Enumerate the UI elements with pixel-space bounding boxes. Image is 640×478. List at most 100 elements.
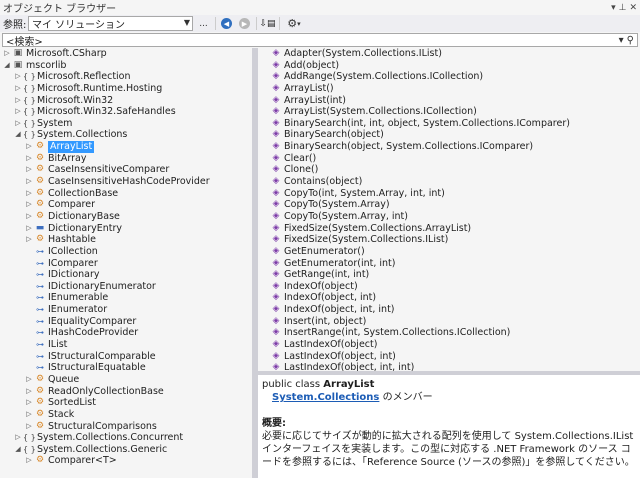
expand-icon[interactable]: ▷ — [24, 188, 34, 200]
tree-item[interactable]: ▷ ⚙ CaseInsensitiveComparer — [0, 164, 252, 176]
tree-item[interactable]: ⊶ IStructuralComparable — [0, 351, 252, 363]
tree-item[interactable]: ▷ ⚙ CaseInsensitiveHashCodeProvider — [0, 176, 252, 188]
tree-item[interactable]: ⊶ IHashCodeProvider — [0, 327, 252, 339]
expand-icon[interactable]: ▷ — [24, 223, 34, 235]
expand-icon[interactable]: ▷ — [2, 48, 12, 60]
tree-item[interactable]: ◢{ } System.Collections.Generic — [0, 444, 252, 456]
tree-item[interactable]: ▷ ⚙ ReadOnlyCollectionBase — [0, 386, 252, 398]
expand-icon[interactable]: ▷ — [13, 432, 23, 444]
dropdown-icon[interactable]: ▾ — [611, 3, 616, 13]
add-reference-button[interactable]: ⇩▤ — [259, 16, 275, 31]
expand-icon[interactable]: ▷ — [13, 83, 23, 95]
close-icon[interactable]: ✕ — [629, 3, 637, 13]
expand-icon[interactable]: ▷ — [24, 397, 34, 409]
expand-icon[interactable]: ▷ — [24, 421, 34, 433]
member-item[interactable]: ◈ InsertRange(int, System.Collections.ICo… — [258, 327, 640, 339]
member-item[interactable]: ◈ CopyTo(System.Array) — [258, 199, 640, 211]
member-item[interactable]: ◈ ArrayList(System.Collections.ICollectio… — [258, 106, 640, 118]
member-item[interactable]: ◈ FixedSize(System.Collections.ArrayList) — [258, 223, 640, 235]
tree-item[interactable]: ▷ ⚙ BitArray — [0, 153, 252, 165]
tree-item[interactable]: ▷{ } Microsoft.Reflection — [0, 71, 252, 83]
member-item[interactable]: ◈ CopyTo(System.Array, int) — [258, 211, 640, 223]
chevron-down-icon[interactable]: ▾ — [619, 35, 624, 46]
search-input[interactable]: <検索> — [6, 33, 43, 48]
member-item[interactable]: ◈ Clone() — [258, 164, 640, 176]
tree-item[interactable]: ⊶ ICollection — [0, 246, 252, 258]
tree-item[interactable]: ▷ ⚙ CollectionBase — [0, 188, 252, 200]
settings-button[interactable]: ⚙ ▾ — [283, 16, 305, 31]
browse-more-button[interactable]: ... — [196, 16, 211, 31]
tree-item[interactable]: ⊶ IDictionaryEnumerator — [0, 281, 252, 293]
tree-item[interactable]: ⊶ IStructuralEquatable — [0, 362, 252, 374]
member-item[interactable]: ◈ Add(object) — [258, 60, 640, 72]
member-item[interactable]: ◈ BinarySearch(object, System.Collections… — [258, 141, 640, 153]
member-item[interactable]: ◈ LastIndexOf(object, int) — [258, 351, 640, 363]
member-item[interactable]: ◈ GetEnumerator() — [258, 246, 640, 258]
member-item[interactable]: ◈ BinarySearch(object) — [258, 129, 640, 141]
tree-item[interactable]: ⊶ IEnumerator — [0, 304, 252, 316]
members-list[interactable]: ◈ Adapter(System.Collections.IList) ◈ Add(o… — [258, 48, 640, 371]
expand-icon[interactable]: ▷ — [24, 141, 34, 153]
member-item[interactable]: ◈ Contains(object) — [258, 176, 640, 188]
tree-item[interactable]: ▷ ⚙ Comparer — [0, 199, 252, 211]
expand-icon[interactable]: ▷ — [24, 234, 34, 246]
tree-item[interactable]: ⊶ IDictionary — [0, 269, 252, 281]
forward-button[interactable]: ▶ — [237, 16, 252, 31]
member-item[interactable]: ◈ Insert(int, object) — [258, 316, 640, 328]
member-item[interactable]: ◈ AddRange(System.Collections.ICollection… — [258, 71, 640, 83]
expand-icon[interactable]: ▷ — [13, 106, 23, 118]
tree-item[interactable]: ⊶ IEqualityComparer — [0, 316, 252, 328]
tree-item[interactable]: ⊶ IEnumerable — [0, 292, 252, 304]
member-item[interactable]: ◈ BinarySearch(int, int, object, System.C… — [258, 118, 640, 130]
expand-icon[interactable]: ▷ — [24, 176, 34, 188]
scope-dropdown[interactable]: マイ ソリューション ▼ — [28, 16, 193, 31]
member-item[interactable]: ◈ ArrayList(int) — [258, 95, 640, 107]
member-item[interactable]: ◈ Adapter(System.Collections.IList) — [258, 48, 640, 60]
expand-icon[interactable]: ▷ — [24, 153, 34, 165]
member-item[interactable]: ◈ Clear() — [258, 153, 640, 165]
search-icon[interactable]: ⚲ — [627, 35, 634, 46]
tree-item[interactable]: ⊶ IList — [0, 339, 252, 351]
expand-icon[interactable]: ▷ — [13, 118, 23, 130]
expand-icon[interactable]: ▷ — [24, 455, 34, 467]
expand-icon[interactable]: ▷ — [24, 199, 34, 211]
tree-item[interactable]: ◢{ } System.Collections — [0, 129, 252, 141]
back-button[interactable]: ◀ — [219, 16, 234, 31]
pin-icon[interactable]: ⊥ — [619, 3, 627, 13]
search-box[interactable]: <検索> ▾ ⚲ — [2, 33, 638, 48]
tree-item[interactable]: ▷{ } System — [0, 118, 252, 130]
tree-item[interactable]: ▷{ } Microsoft.Runtime.Hosting — [0, 83, 252, 95]
collapse-icon[interactable]: ◢ — [2, 60, 12, 72]
expand-icon[interactable]: ▷ — [24, 409, 34, 421]
tree-item[interactable]: ▷ ⚙ Hashtable — [0, 234, 252, 246]
collapse-icon[interactable]: ◢ — [13, 444, 23, 456]
tree-item[interactable]: ▷ ⚙ SortedList — [0, 397, 252, 409]
namespace-link[interactable]: System.Collections — [272, 392, 379, 403]
tree-item[interactable]: ▷ ⚙ Stack — [0, 409, 252, 421]
member-item[interactable]: ◈ LastIndexOf(object) — [258, 339, 640, 351]
tree-item[interactable]: ▷ ⚙ ArrayList — [0, 141, 252, 153]
expand-icon[interactable]: ▷ — [24, 164, 34, 176]
expand-icon[interactable]: ▷ — [24, 211, 34, 223]
tree-item[interactable]: ▷{ } System.Collections.Concurrent — [0, 432, 252, 444]
member-item[interactable]: ◈ ArrayList() — [258, 83, 640, 95]
member-item[interactable]: ◈ IndexOf(object, int, int) — [258, 304, 640, 316]
tree-item[interactable]: ⊶ IComparer — [0, 258, 252, 270]
member-item[interactable]: ◈ IndexOf(object) — [258, 281, 640, 293]
object-tree[interactable]: ▷ ▣ Microsoft.CSharp ◢ ▣ mscorlib ▷{ } Microsof… — [0, 48, 252, 478]
tree-item[interactable]: ▷ ⚙ DictionaryBase — [0, 211, 252, 223]
member-item[interactable]: ◈ LastIndexOf(object, int, int) — [258, 362, 640, 371]
tree-item[interactable]: ▷ ⚙ StructuralComparisons — [0, 421, 252, 433]
tree-item[interactable]: ▷ ⚙ Comparer<T> — [0, 455, 252, 467]
tree-item[interactable]: ▷ ▣ Microsoft.CSharp — [0, 48, 252, 60]
expand-icon[interactable]: ▷ — [13, 95, 23, 107]
tree-item[interactable]: ▷ ▬ DictionaryEntry — [0, 223, 252, 235]
expand-icon[interactable]: ▷ — [13, 71, 23, 83]
member-item[interactable]: ◈ CopyTo(int, System.Array, int, int) — [258, 188, 640, 200]
tree-item[interactable]: ▷{ } Microsoft.Win32 — [0, 95, 252, 107]
member-item[interactable]: ◈ FixedSize(System.Collections.IList) — [258, 234, 640, 246]
expand-icon[interactable]: ▷ — [24, 374, 34, 386]
member-item[interactable]: ◈ GetEnumerator(int, int) — [258, 258, 640, 270]
tree-item[interactable]: ▷ ⚙ Queue — [0, 374, 252, 386]
tree-item[interactable]: ▷{ } Microsoft.Win32.SafeHandles — [0, 106, 252, 118]
